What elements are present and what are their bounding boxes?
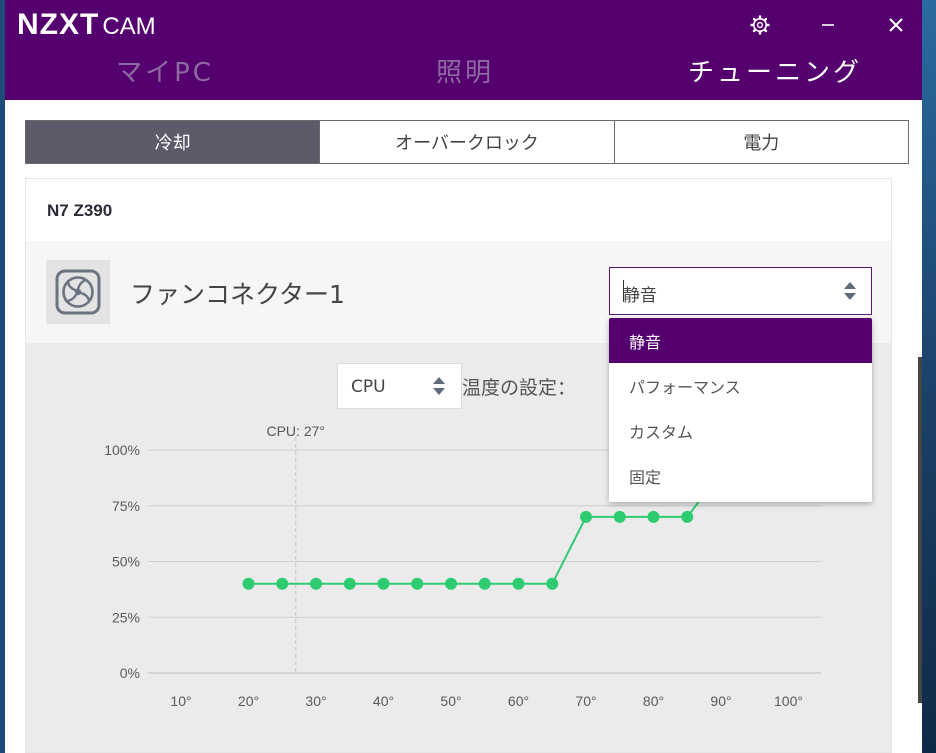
close-button[interactable] [881,10,911,40]
x-tick-label: 20° [238,693,259,709]
x-tick-label: 90° [710,693,731,709]
fan-curve-point[interactable] [242,577,255,590]
fan-curve-point[interactable] [647,510,660,523]
y-tick-label: 75% [112,498,140,514]
x-tick-label: 10° [170,693,191,709]
fan-curve-point[interactable] [276,577,289,590]
fan-curve-point[interactable] [445,577,457,590]
y-tick-label: 100% [104,442,140,458]
mode-dropdown-menu: 静音 パフォーマンス カスタム 固定 [609,318,872,502]
fan-icon [46,260,110,324]
y-tick-label: 0% [120,665,140,681]
mode-option-performance[interactable]: パフォーマンス [609,363,872,408]
app-logo: NZXT CAM [17,8,156,42]
x-tick-label: 100° [774,693,803,709]
settings-button[interactable] [745,10,775,40]
gear-icon [750,15,770,35]
fan-connector-label: ファンコネクター1 [130,280,345,309]
fan-curve-point[interactable] [681,510,694,523]
x-tick-label: 50° [440,693,461,709]
scrollbar-thumb[interactable] [918,357,922,703]
mode-select[interactable]: 静音 [609,267,872,315]
sub-tab-cooling[interactable]: 冷却 [26,121,320,163]
x-tick-label: 30° [305,693,326,709]
fan-curve-point[interactable] [343,577,356,590]
x-tick-label: 80° [643,693,664,709]
y-tick-label: 25% [112,609,140,625]
minimize-icon [822,24,834,26]
fan-curve-point[interactable] [377,577,390,590]
x-tick-label: 70° [575,693,596,709]
close-icon [889,18,903,32]
fan-curve-point[interactable] [310,577,322,590]
mode-option-quiet[interactable]: 静音 [609,318,872,363]
nav-tab-tuning[interactable]: チューニング [645,52,905,89]
y-tick-label: 50% [112,554,140,570]
x-tick-label: 40° [373,693,394,709]
updown-arrows-icon [844,282,856,300]
fan-curve-point[interactable] [478,577,491,590]
fan-curve-point[interactable] [580,510,592,523]
nav-tab-my-pc[interactable]: マイPC [65,52,265,89]
desktop-background-right [922,0,936,753]
nav-tab-lighting[interactable]: 照明 [365,52,565,89]
title-bar: NZXT CAM マイPC 照明 チューニング [5,0,922,100]
mode-select-value: 静音 [623,286,657,306]
device-name: N7 Z390 [47,201,113,220]
mode-option-fixed[interactable]: 固定 [609,453,872,498]
logo-product: CAM [102,13,156,40]
fan-curve-point[interactable] [512,577,525,590]
mode-option-custom[interactable]: カスタム [609,408,872,453]
logo-brand: NZXT [17,8,100,41]
fan-curve-point[interactable] [411,577,424,590]
x-tick-label: 60° [508,693,529,709]
current-temp-label: CPU: 27° [266,423,325,439]
fan-curve-point[interactable] [613,510,626,523]
sub-tabs: 冷却 オーバークロック 電力 [25,120,909,164]
fan-curve-point[interactable] [546,577,559,590]
sub-tab-overclock[interactable]: オーバークロック [319,121,613,163]
sub-tab-power[interactable]: 電力 [613,121,908,163]
minimize-button[interactable] [813,10,843,40]
